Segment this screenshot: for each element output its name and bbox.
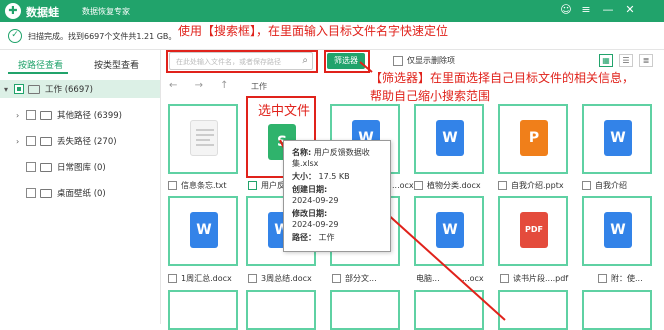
file-size-value: 17.5 KB [318,172,350,181]
modified-label: 修改日期: [292,209,328,218]
modified-date-value: 2024-09-29 [292,220,339,229]
file-info-tooltip: 名称: 用户反馈数据收集.xlsx 大小： 17.5 KB 创建日期: 2024… [283,140,391,252]
path-label: 路径： [292,233,316,242]
size-label: 大小： [292,172,316,181]
path-value: 工作 [318,233,335,242]
created-date-value: 2024-09-29 [292,196,339,205]
created-label: 创建日期: [292,185,328,194]
name-label: 名称: [292,148,312,157]
filter-arrow-line [359,61,373,73]
